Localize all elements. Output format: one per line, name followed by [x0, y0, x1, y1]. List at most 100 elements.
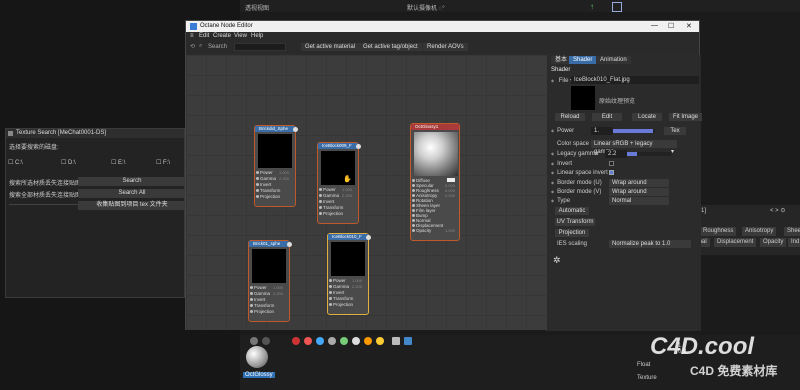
border-mode-u-select[interactable]: Wrap around	[609, 179, 669, 187]
tab-basic[interactable]: 基本	[551, 56, 572, 64]
node-editor-titlebar[interactable]: Octane Node Editor — ☐ ✕	[186, 21, 699, 32]
tab-shader[interactable]: Shader	[569, 56, 597, 64]
legacy-gamma-input[interactable]: 2.2	[605, 150, 627, 158]
color-space-select[interactable]: Linear sRGB + legacy gamma ▾	[591, 140, 677, 155]
viewport-maximize-icon[interactable]	[612, 2, 622, 12]
bg-tab-roughness[interactable]: Roughness	[700, 227, 737, 236]
automatic-button[interactable]: Automatic	[555, 207, 589, 215]
minimize-icon[interactable]: —	[651, 22, 658, 29]
texture-search-titlebar[interactable]: Texture Search [MeChat0001-DS]	[6, 129, 184, 138]
material-grey-icon[interactable]	[328, 337, 336, 345]
port-gamma[interactable]: Gamma	[255, 176, 276, 181]
port-gamma[interactable]: Gamma	[249, 291, 270, 296]
tex-button[interactable]: Tex	[664, 127, 686, 135]
menu-create[interactable]: Create	[213, 33, 231, 39]
bg-tab-anisotropy[interactable]: Anisotropy	[742, 227, 777, 236]
node-title: Brickdid_Sphe	[255, 126, 295, 132]
output-port[interactable]	[287, 242, 292, 247]
material-orange-icon[interactable]	[364, 337, 372, 345]
port-transform[interactable]: Transform	[318, 205, 343, 210]
port-invert[interactable]: Invert	[255, 182, 271, 187]
search-button[interactable]: Search	[78, 177, 186, 186]
collect-textures-button[interactable]: 收集贴图到项目 tex 文件夹	[78, 201, 186, 210]
material-red-icon[interactable]	[304, 337, 312, 345]
port-transform[interactable]: Transform	[255, 188, 280, 193]
node-canvas[interactable]: Brickdid_Sphe Power 1.000 Gamma 2.200 In…	[186, 55, 546, 330]
port-power[interactable]: Power	[329, 278, 346, 283]
border-mode-v-select[interactable]: Wrap around	[609, 188, 669, 196]
bg-tab-opacity[interactable]: Opacity	[760, 238, 787, 247]
port-projection[interactable]: Projection	[249, 309, 274, 314]
reload-button[interactable]: Reload	[555, 113, 585, 121]
drive-c-checkbox[interactable]: ☐ C:\	[8, 159, 23, 166]
search-input[interactable]	[234, 43, 286, 51]
material-green-icon[interactable]	[340, 337, 348, 345]
record-icon[interactable]	[292, 337, 300, 345]
material-yellow-icon[interactable]	[376, 337, 384, 345]
drive-f-checkbox[interactable]: ☐ F:\	[156, 159, 170, 166]
bg-panel-controls-icon[interactable]: < > ⊙	[770, 207, 785, 214]
output-port[interactable]	[356, 144, 361, 149]
port-gamma[interactable]: Gamma	[328, 284, 349, 289]
ies-scaling-select[interactable]: Normalize peak to 1.0	[609, 240, 691, 248]
material-blue-icon[interactable]	[316, 337, 324, 345]
image-texture-node[interactable]: Brickdid_Sphe Power 1.000 Gamma 2.200 In…	[254, 125, 298, 207]
get-active-tag-button[interactable]: Get active tag/object	[359, 43, 422, 51]
port-power[interactable]: Power	[250, 285, 267, 290]
port-projection[interactable]: Projection	[318, 211, 343, 216]
drive-d-checkbox[interactable]: ☐ D:\	[61, 159, 76, 166]
port-invert[interactable]: Invert	[249, 297, 265, 302]
type-select[interactable]: Normal	[609, 197, 669, 205]
uv-transform-button[interactable]: UV Transform	[555, 218, 595, 226]
material-settings-icon[interactable]	[404, 337, 412, 345]
edit-icon[interactable]	[262, 337, 270, 345]
bg-tab-displacement[interactable]: Displacement	[714, 238, 757, 247]
material-name[interactable]: OctGlossy	[243, 372, 275, 378]
render-aovs-button[interactable]: Render AOVs	[423, 43, 468, 51]
port-transform[interactable]: Transform	[328, 296, 353, 301]
port-projection[interactable]: Projection	[255, 194, 280, 199]
power-slider[interactable]	[613, 129, 655, 133]
output-port[interactable]	[293, 127, 298, 132]
get-active-material-button[interactable]: Get active material	[301, 43, 360, 51]
material-thumbnail[interactable]	[246, 346, 268, 368]
power-input[interactable]: 1.	[591, 127, 613, 135]
material-white-icon[interactable]	[352, 337, 360, 345]
menu-edit[interactable]: Edit	[199, 33, 209, 39]
invert-checkbox[interactable]	[609, 161, 614, 166]
projection-button[interactable]: Projection	[555, 229, 589, 237]
fit-image-button[interactable]: Fit Image	[669, 113, 702, 121]
history-icon[interactable]: ⟲	[190, 43, 195, 50]
bg-tab-sheen[interactable]: Shee	[784, 227, 800, 236]
menu-view[interactable]: View	[234, 33, 247, 39]
menu-help[interactable]: Help	[251, 33, 263, 39]
port-invert[interactable]: Invert	[318, 199, 334, 204]
port-projection[interactable]: Projection	[328, 302, 353, 307]
image-texture-node[interactable]: Brick01_sphe Power 1.000 Gamma 2.200 Inv…	[248, 240, 292, 322]
linear-space-invert-checkbox[interactable]	[609, 170, 614, 175]
image-texture-node-selected[interactable]: IceBlock010_F Power 1.000 Gamma 2.200 In…	[327, 233, 371, 315]
add-icon[interactable]	[250, 337, 258, 345]
camera-label[interactable]: 默认摄像机 ◌°	[407, 3, 445, 12]
image-texture-node[interactable]: IceBlock009_F ✋ Power 1.000 Gamma 2.200 …	[317, 142, 361, 224]
legacy-gamma-slider[interactable]	[627, 152, 671, 156]
port-gamma[interactable]: Gamma	[318, 193, 339, 198]
port-power[interactable]: Power	[256, 170, 273, 175]
port-transform[interactable]: Transform	[249, 303, 274, 308]
file-path-field[interactable]: IceBlock010_Flat.jpg	[571, 76, 699, 84]
close-icon[interactable]: ✕	[686, 22, 692, 30]
glossy-material-node[interactable]: OctGlossy1 Diffuse Specular 0.000 Roughn…	[410, 123, 460, 241]
output-port[interactable]	[366, 235, 371, 240]
locate-button[interactable]: Locate	[632, 113, 662, 121]
help-icon[interactable]	[392, 337, 400, 345]
search-all-button[interactable]: Search All	[78, 189, 186, 198]
edit-button[interactable]: Edit	[592, 113, 622, 121]
drive-e-checkbox[interactable]: ☐ E:\	[111, 159, 125, 166]
tab-animation[interactable]: Animation	[596, 56, 631, 64]
port-power[interactable]: Power	[319, 187, 336, 192]
port-opacity[interactable]: Opacity	[411, 228, 431, 233]
menu-icon[interactable]: ≡	[190, 33, 194, 39]
port-invert[interactable]: Invert	[328, 290, 344, 295]
maximize-icon[interactable]: ☐	[668, 22, 674, 30]
bg-tab-ind[interactable]: Ind	[788, 238, 800, 247]
